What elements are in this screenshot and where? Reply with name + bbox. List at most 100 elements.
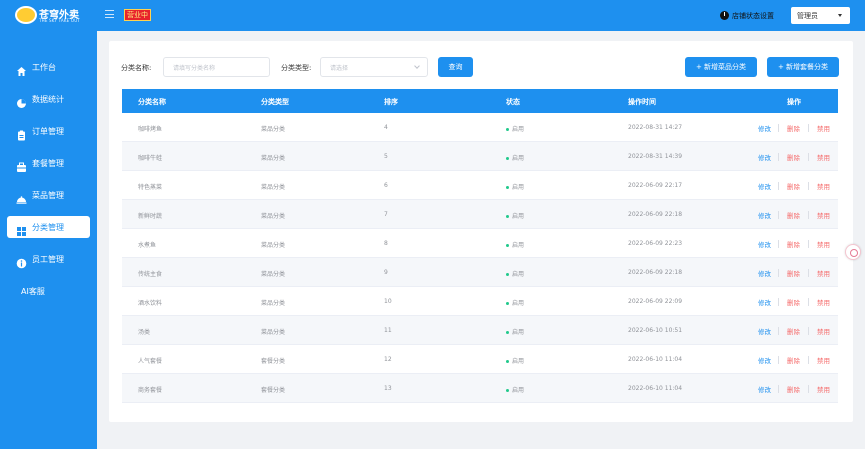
- status-text: 启用: [512, 242, 525, 249]
- sidebar-item-dishes[interactable]: 菜品管理: [7, 184, 90, 206]
- column-header-type: 分类类型: [261, 98, 289, 106]
- edit-link[interactable]: 修改: [758, 268, 771, 278]
- add-dish-category-button[interactable]: + 新增菜品分类: [685, 57, 757, 77]
- edit-link[interactable]: 修改: [758, 239, 771, 249]
- category-type-placeholder: 请选择: [330, 65, 349, 72]
- cell-name: 新鲜时蔬: [138, 213, 163, 220]
- grid-icon: [16, 222, 27, 236]
- cell-status: 启用: [506, 182, 524, 191]
- cell-type: 菜品分类: [261, 126, 286, 133]
- delete-link[interactable]: 删除: [787, 297, 800, 307]
- sidebar-item-orders[interactable]: 订单管理: [7, 120, 90, 142]
- disable-link[interactable]: 禁用: [817, 297, 830, 307]
- delete-link[interactable]: 删除: [787, 355, 800, 365]
- cell-sort: 10: [384, 298, 392, 305]
- cell-time: 2022-08-31 14:39: [628, 153, 683, 160]
- disable-link[interactable]: 禁用: [817, 181, 830, 191]
- action-divider: [808, 182, 809, 190]
- cell-sort: 5: [384, 153, 388, 160]
- status-dot-icon: [506, 128, 509, 131]
- top-header: 营业中 店铺状态设置 管理员: [97, 0, 865, 31]
- status-dot-icon: [506, 302, 509, 305]
- table-row: 特色蒸菜 菜品分类 6 启用 2022-06-09 22:17 修改 删除 禁用: [122, 171, 838, 200]
- shop-status-setting-button[interactable]: 店铺状态设置: [720, 9, 774, 22]
- action-divider: [778, 298, 779, 306]
- cell-sort: 11: [384, 327, 392, 334]
- delete-link[interactable]: 删除: [787, 152, 800, 162]
- action-divider: [808, 356, 809, 364]
- edit-link[interactable]: 修改: [758, 326, 771, 336]
- cell-type: 菜品分类: [261, 213, 286, 220]
- disable-link[interactable]: 禁用: [817, 152, 830, 162]
- delete-link[interactable]: 删除: [787, 210, 800, 220]
- sidebar-item-setmeal[interactable]: 套餐管理: [7, 152, 90, 174]
- delete-link[interactable]: 删除: [787, 239, 800, 249]
- sidebar-item-workbench[interactable]: 工作台: [7, 56, 90, 78]
- chevron-down-icon: [414, 63, 420, 69]
- action-divider: [808, 240, 809, 248]
- cell-type: 菜品分类: [261, 300, 286, 307]
- admin-label: 管理员: [797, 11, 818, 20]
- edit-link[interactable]: 修改: [758, 181, 771, 191]
- sidebar-item-category[interactable]: 分类管理: [7, 216, 90, 238]
- disable-link[interactable]: 禁用: [817, 355, 830, 365]
- category-type-label: 分类类型:: [281, 64, 312, 72]
- cell-status: 启用: [506, 211, 524, 220]
- action-divider: [778, 240, 779, 248]
- sidebar-item-label: 订单管理: [32, 126, 64, 136]
- cell-name: 水煮鱼: [138, 242, 157, 249]
- cell-sort: 12: [384, 356, 392, 363]
- hamburger-menu-icon[interactable]: [105, 10, 114, 18]
- sidebar-item-employees[interactable]: 员工管理: [7, 248, 90, 270]
- delete-link[interactable]: 删除: [787, 384, 800, 394]
- edit-link[interactable]: 修改: [758, 297, 771, 307]
- category-name-input[interactable]: 请填写分类名称: [163, 57, 270, 77]
- disable-link[interactable]: 禁用: [817, 326, 830, 336]
- delete-link[interactable]: 删除: [787, 181, 800, 191]
- dish-icon: [16, 190, 27, 204]
- disable-link[interactable]: 禁用: [817, 384, 830, 394]
- action-divider: [808, 327, 809, 335]
- query-button[interactable]: 查询: [438, 57, 473, 77]
- edit-link[interactable]: 修改: [758, 123, 771, 133]
- clipboard-icon: [16, 126, 27, 140]
- edit-link[interactable]: 修改: [758, 355, 771, 365]
- status-text: 启用: [512, 300, 525, 307]
- add-setmeal-category-button[interactable]: + 新增套餐分类: [767, 57, 839, 77]
- cell-name: 酒水饮料: [138, 300, 163, 307]
- column-header-name: 分类名称: [138, 98, 166, 106]
- cell-sort: 9: [384, 269, 388, 276]
- cell-sort: 7: [384, 211, 388, 218]
- status-dot-icon: [506, 215, 509, 218]
- sidebar-item-statistics[interactable]: 数据统计: [7, 88, 90, 110]
- cell-name: 特色蒸菜: [138, 184, 163, 191]
- disable-link[interactable]: 禁用: [817, 239, 830, 249]
- edit-link[interactable]: 修改: [758, 152, 771, 162]
- delete-link[interactable]: 删除: [787, 268, 800, 278]
- floating-assistant-icon[interactable]: [845, 244, 861, 260]
- delete-link[interactable]: 删除: [787, 123, 800, 133]
- cell-name: 商务套餐: [138, 387, 163, 394]
- disable-link[interactable]: 禁用: [817, 268, 830, 278]
- edit-link[interactable]: 修改: [758, 384, 771, 394]
- disable-link[interactable]: 禁用: [817, 210, 830, 220]
- delete-link[interactable]: 删除: [787, 326, 800, 336]
- table-row: 酒水饮料 菜品分类 10 启用 2022-06-09 22:09 修改 删除 禁…: [122, 287, 838, 316]
- cell-status: 启用: [506, 269, 524, 278]
- sidebar-item-label: 套餐管理: [32, 158, 64, 168]
- edit-link[interactable]: 修改: [758, 210, 771, 220]
- action-divider: [808, 269, 809, 277]
- cell-type: 菜品分类: [261, 242, 286, 249]
- status-dot-icon: [506, 186, 509, 189]
- column-header-actions: 操作: [787, 98, 801, 106]
- table-row: 咖啡烤鱼 菜品分类 4 启用 2022-08-31 14:27 修改 删除 禁用: [122, 113, 838, 142]
- disable-link[interactable]: 禁用: [817, 123, 830, 133]
- table-row: 传统主食 菜品分类 9 启用 2022-06-09 22:18 修改 删除 禁用: [122, 258, 838, 287]
- sidebar-item-ai-service[interactable]: AI客服: [7, 280, 90, 302]
- status-dot-icon: [506, 331, 509, 334]
- admin-dropdown[interactable]: 管理员: [791, 7, 850, 24]
- category-name-label: 分类名称:: [121, 64, 152, 72]
- category-type-select[interactable]: 请选择: [320, 57, 428, 77]
- cell-type: 菜品分类: [261, 184, 286, 191]
- cell-name: 咖啡烤鱼: [138, 126, 163, 133]
